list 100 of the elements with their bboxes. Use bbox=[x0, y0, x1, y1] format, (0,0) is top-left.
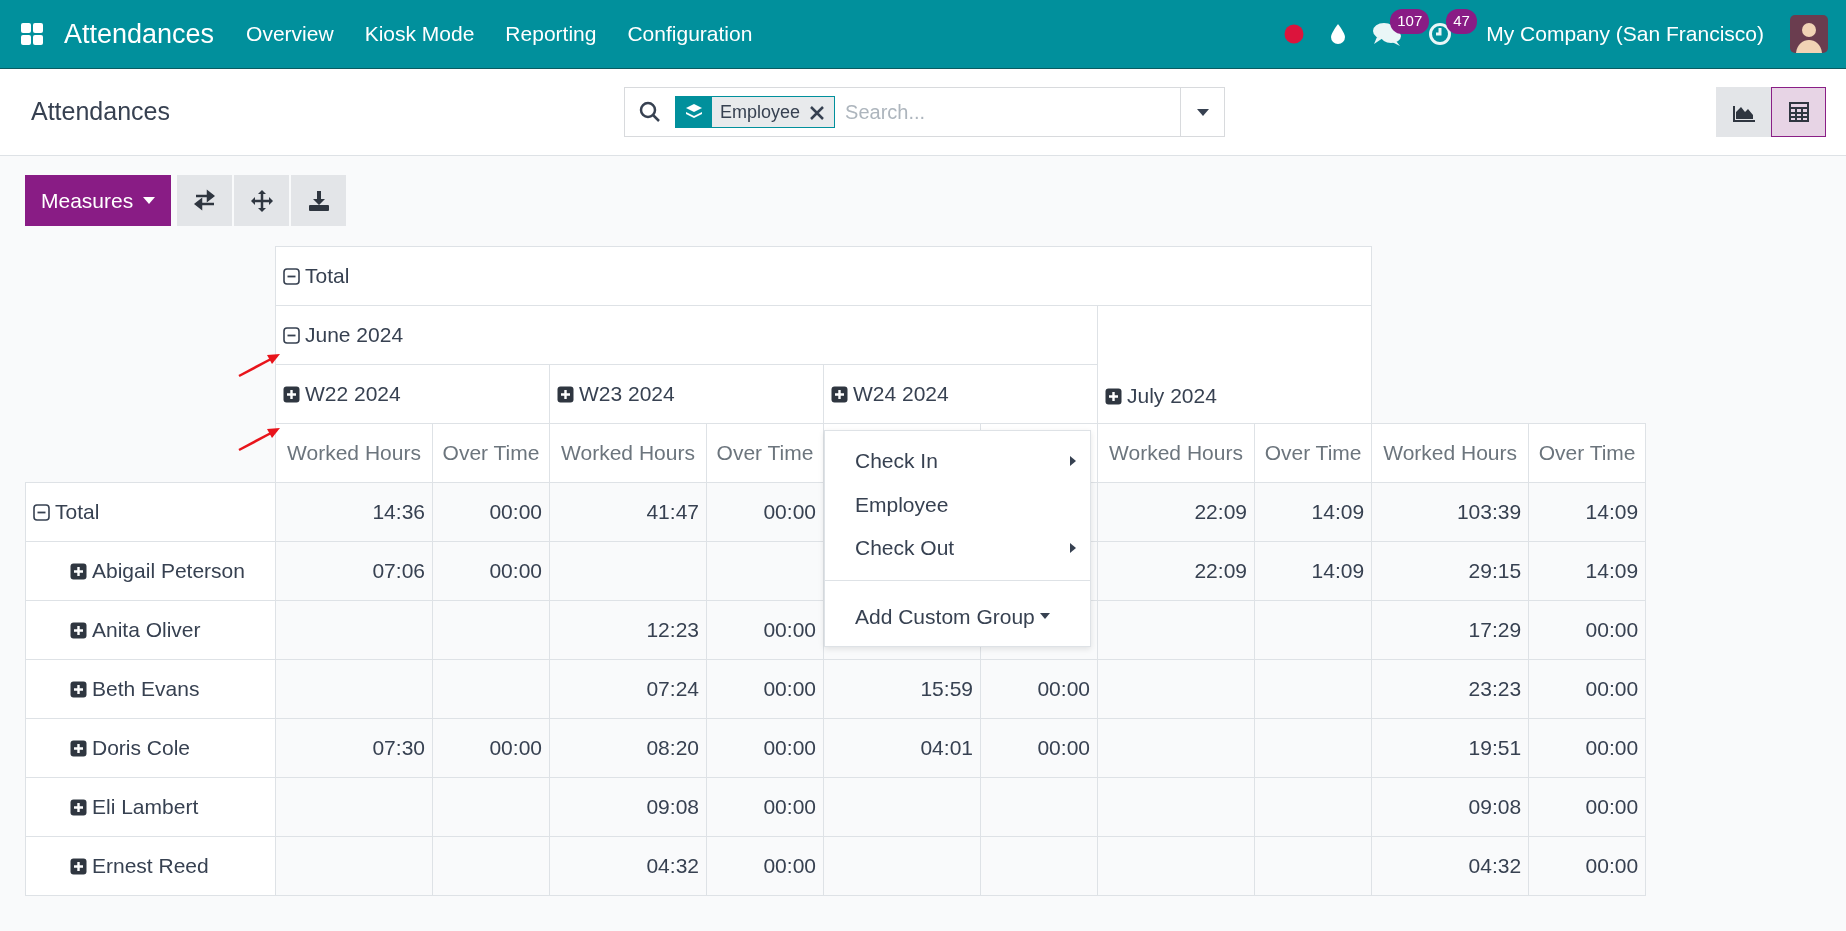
nav-menu-item[interactable]: Overview bbox=[246, 18, 334, 50]
expand-icon[interactable] bbox=[70, 563, 87, 581]
column-header[interactable]: Total bbox=[305, 264, 350, 288]
table-cell: 07:30 bbox=[372, 736, 425, 760]
recording-dot-icon[interactable] bbox=[1284, 24, 1305, 44]
move-arrows-icon bbox=[249, 188, 274, 213]
expand-icon[interactable] bbox=[70, 799, 87, 817]
table-cell: 22:09 bbox=[1194, 559, 1247, 583]
flip-axis-button[interactable] bbox=[177, 175, 233, 226]
table-cell: 04:32 bbox=[646, 854, 699, 878]
search-field[interactable]: Employee Search... bbox=[624, 87, 1225, 137]
layers-icon bbox=[685, 103, 703, 121]
collapse-icon[interactable] bbox=[283, 327, 300, 345]
table-cell: 09:08 bbox=[1468, 795, 1522, 819]
pointer-arrow bbox=[237, 426, 281, 452]
table-cell: 00:00 bbox=[1037, 736, 1090, 760]
caret-right-icon bbox=[1070, 455, 1076, 466]
row-header[interactable]: Total bbox=[55, 500, 100, 524]
table-cell: 00:00 bbox=[1585, 795, 1639, 819]
table-cell: 00:00 bbox=[489, 559, 542, 583]
table-icon bbox=[1787, 101, 1810, 123]
expand-icon[interactable] bbox=[1105, 387, 1122, 405]
row-header[interactable]: Anita Oliver bbox=[92, 618, 201, 642]
row-header[interactable]: Ernest Reed bbox=[92, 854, 209, 878]
column-header[interactable]: June 2024 bbox=[305, 323, 404, 347]
row-header[interactable]: Eli Lambert bbox=[92, 795, 199, 819]
expand-all-button[interactable] bbox=[234, 175, 290, 226]
collapse-icon[interactable] bbox=[283, 268, 300, 286]
expand-icon[interactable] bbox=[70, 681, 87, 699]
activity-count-badge: 47 bbox=[1446, 9, 1477, 34]
table-cell: 00:00 bbox=[489, 736, 542, 760]
table-cell: 00:00 bbox=[763, 854, 816, 878]
expand-icon[interactable] bbox=[70, 740, 87, 758]
pointer-arrow bbox=[237, 352, 281, 378]
expand-icon[interactable] bbox=[557, 386, 574, 404]
avatar-icon[interactable] bbox=[1790, 15, 1828, 53]
table-cell: 00:00 bbox=[1585, 618, 1639, 642]
nav-menu-item[interactable]: Reporting bbox=[505, 18, 597, 50]
page-title: Attendances bbox=[31, 96, 171, 128]
table-cell: 00:00 bbox=[489, 500, 542, 524]
caret-icon bbox=[1196, 108, 1209, 116]
measures-button[interactable]: Measures bbox=[25, 175, 172, 226]
message-count-badge: 107 bbox=[1390, 9, 1430, 34]
table-cell: 07:06 bbox=[372, 559, 425, 583]
column-header[interactable]: July 2024 bbox=[1127, 383, 1217, 407]
caret-icon bbox=[1039, 613, 1050, 620]
column-header[interactable]: W22 2024 bbox=[305, 382, 401, 406]
table-cell: 19:51 bbox=[1468, 736, 1522, 760]
table-cell: 00:00 bbox=[1585, 736, 1639, 760]
expand-icon[interactable] bbox=[70, 622, 87, 640]
caret-right-icon bbox=[1070, 542, 1076, 553]
table-cell: 00:00 bbox=[1585, 677, 1639, 701]
nav-menu-item[interactable]: Kiosk Mode bbox=[364, 18, 475, 50]
menu-item[interactable]: Add Custom Group bbox=[825, 590, 1090, 638]
menu-item[interactable]: Check Out bbox=[825, 526, 1090, 570]
table-cell: 14:09 bbox=[1311, 500, 1365, 524]
close-icon[interactable] bbox=[810, 106, 825, 120]
app-name[interactable]: Attendances bbox=[64, 13, 215, 55]
download-button[interactable] bbox=[291, 175, 347, 226]
column-header[interactable]: W23 2024 bbox=[579, 382, 675, 406]
pivot-view-button[interactable] bbox=[1771, 87, 1826, 137]
nav-menu-item[interactable]: Configuration bbox=[627, 18, 753, 50]
expand-icon[interactable] bbox=[831, 386, 848, 404]
table-cell: 14:09 bbox=[1311, 559, 1365, 583]
apps-menu-icon[interactable] bbox=[20, 22, 44, 46]
clock-icon[interactable] bbox=[1428, 22, 1453, 46]
table-cell: 22:09 bbox=[1194, 500, 1247, 524]
table-cell: 103:39 bbox=[1456, 500, 1522, 524]
table-cell: 00:00 bbox=[763, 618, 816, 642]
table-cell: 12:23 bbox=[646, 618, 699, 642]
table-cell: 08:20 bbox=[646, 736, 699, 760]
table-cell: 14:09 bbox=[1585, 559, 1639, 583]
facet-label: Employee bbox=[719, 100, 802, 124]
expand-icon[interactable] bbox=[283, 386, 300, 404]
table-cell: 15:59 bbox=[920, 677, 973, 701]
menu-item[interactable]: Employee bbox=[825, 482, 1090, 526]
expand-icon[interactable] bbox=[70, 858, 87, 876]
menu-item[interactable]: Check In bbox=[825, 439, 1090, 483]
table-cell: 04:01 bbox=[920, 736, 973, 760]
table-cell: 04:32 bbox=[1468, 854, 1522, 878]
table-cell: 41:47 bbox=[646, 500, 699, 524]
caret-icon bbox=[143, 197, 156, 204]
table-cell: 00:00 bbox=[763, 677, 816, 701]
row-header[interactable]: Beth Evans bbox=[92, 677, 200, 701]
table-cell: 23:23 bbox=[1468, 677, 1522, 701]
search-facet[interactable]: Employee bbox=[675, 96, 836, 128]
graph-view-button[interactable] bbox=[1716, 87, 1771, 137]
table-cell: 17:29 bbox=[1468, 618, 1522, 642]
table-cell: 14:36 bbox=[372, 500, 425, 524]
table-cell: 00:00 bbox=[1037, 677, 1090, 701]
swap-arrows-icon bbox=[192, 188, 217, 213]
table-cell: 14:09 bbox=[1585, 500, 1639, 524]
company-name[interactable]: My Company (San Francisco) bbox=[1486, 18, 1764, 50]
column-header[interactable]: W24 2024 bbox=[853, 382, 949, 406]
collapse-icon[interactable] bbox=[33, 504, 50, 522]
row-header[interactable]: Doris Cole bbox=[92, 736, 191, 760]
drop-icon[interactable] bbox=[1330, 23, 1347, 45]
table-cell: 00:00 bbox=[763, 795, 816, 819]
table-cell: 29:15 bbox=[1468, 559, 1522, 583]
download-icon bbox=[306, 188, 331, 213]
